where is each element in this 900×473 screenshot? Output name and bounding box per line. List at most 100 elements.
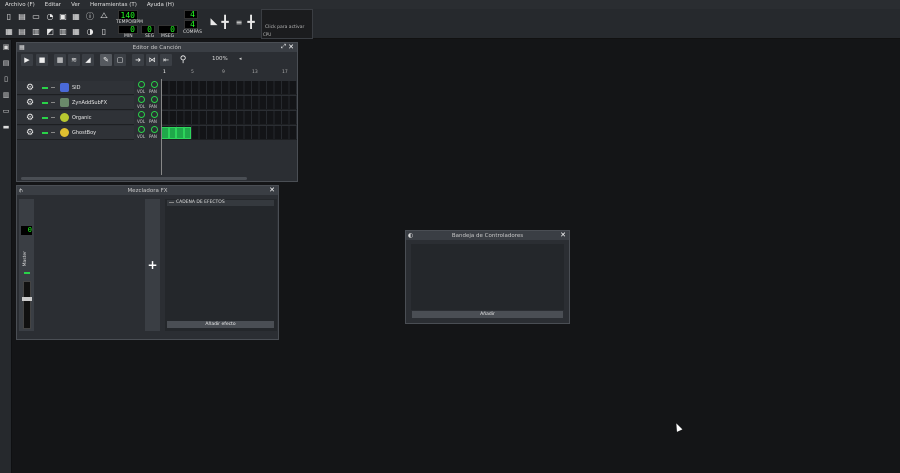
computer-icon[interactable]: ▬ <box>2 123 10 131</box>
add-channel-button[interactable]: + <box>145 199 160 331</box>
volume-knob[interactable] <box>138 96 145 103</box>
time-msec-lcd[interactable]: 0 <box>158 25 178 34</box>
tempo-lcd[interactable]: 140 <box>118 10 138 20</box>
panning-knob[interactable] <box>151 96 158 103</box>
recent-projects-icon[interactable]: ◔ <box>45 11 55 21</box>
effects-chain-enable-led[interactable] <box>169 202 174 203</box>
volume-knob[interactable] <box>138 126 145 133</box>
new-project-icon[interactable]: ▯ <box>4 11 14 21</box>
track-mute-led[interactable] <box>42 102 48 104</box>
track-solo-led[interactable] <box>51 132 55 133</box>
track-name[interactable]: ZynAddSubFX <box>72 100 107 106</box>
master-fader-track[interactable] <box>23 281 31 329</box>
volume-knob[interactable] <box>138 81 145 88</box>
time-sec-lcd[interactable]: 0 <box>141 25 155 34</box>
open-project-icon[interactable]: ▭ <box>31 11 41 21</box>
add-effect-button[interactable]: Añadir efecto <box>167 321 274 328</box>
automation-editor-icon[interactable]: ◩ <box>45 26 55 36</box>
draw-mode-icon[interactable]: ✎ <box>100 54 112 66</box>
pattern-clip[interactable] <box>161 127 169 139</box>
track-mute-led[interactable] <box>42 132 48 134</box>
piano-roll-icon[interactable]: ▥ <box>31 26 41 36</box>
track-solo-led[interactable] <box>51 102 55 103</box>
close-icon[interactable]: ✕ <box>560 231 566 239</box>
volume-knob[interactable] <box>138 111 145 118</box>
menu-view[interactable]: Ver <box>66 2 85 8</box>
pattern-clip[interactable] <box>176 127 184 139</box>
my-projects-icon[interactable]: ▣ <box>2 43 10 51</box>
track-settings-gear-icon[interactable]: ⚙ <box>26 128 34 138</box>
controller-rack-icon[interactable]: ▦ <box>71 26 81 36</box>
microtuner-icon[interactable]: ▯ <box>99 26 109 36</box>
my-samples-icon[interactable]: ▤ <box>2 59 10 67</box>
time-sig-denominator[interactable]: 4 <box>184 20 198 29</box>
track-settings-gear-icon[interactable]: ⚙ <box>26 98 34 108</box>
track-name[interactable]: Organic <box>72 115 91 121</box>
master-channel-label[interactable]: Master <box>23 251 28 266</box>
loop-points-icon[interactable]: ⋈ <box>146 54 158 66</box>
track-name[interactable]: GhostBoy <box>72 130 96 136</box>
beat-editor-icon[interactable]: ▤ <box>17 26 27 36</box>
song-editor-icon[interactable]: ▦ <box>4 26 14 36</box>
close-icon[interactable]: ✕ <box>269 186 275 194</box>
master-channel-strip[interactable]: 0 Master <box>19 199 34 331</box>
stop-behaviour-icon[interactable]: ⇤ <box>160 54 172 66</box>
panning-knob[interactable] <box>151 111 158 118</box>
track-solo-led[interactable] <box>51 117 55 118</box>
export-icon[interactable]: ▦ <box>71 11 81 21</box>
save-project-icon[interactable]: ▣ <box>58 11 68 21</box>
master-mute-led[interactable] <box>24 272 30 274</box>
root-directory-icon[interactable]: ▭ <box>2 107 10 115</box>
effects-chain-header[interactable]: CADENA DE EFECTOS <box>167 200 274 206</box>
cpu-load-widget[interactable]: Click para activar CPU <box>261 9 313 39</box>
menu-help[interactable]: Ayuda (H) <box>142 2 179 8</box>
track-mute-led[interactable] <box>42 117 48 119</box>
master-fader-handle[interactable] <box>22 297 32 301</box>
time-min-lcd[interactable]: 0 <box>118 25 138 34</box>
panning-knob[interactable] <box>151 81 158 88</box>
panning-knob[interactable] <box>151 126 158 133</box>
add-controller-button[interactable]: Añadir <box>412 311 563 318</box>
zoom-dropdown-arrow-icon[interactable]: ◂ <box>239 56 242 62</box>
whats-this-icon[interactable]: ⓘ <box>85 11 95 21</box>
fx-mixer-titlebar[interactable]: ⫛ Mezcladora FX ✕ <box>17 186 278 195</box>
pattern-clip[interactable] <box>184 127 191 139</box>
pattern-clip[interactable] <box>169 127 176 139</box>
close-icon[interactable]: ✕ <box>288 43 294 51</box>
fx-mixer-icon[interactable]: ▥ <box>58 26 68 36</box>
track-name[interactable]: SID <box>72 85 81 91</box>
song-editor-titlebar[interactable]: ▦ Editor de Canción ⤢ ✕ <box>17 43 297 52</box>
edit-mode-icon[interactable]: ▢ <box>114 54 126 66</box>
track-solo-led[interactable] <box>51 87 55 88</box>
track-settings-gear-icon[interactable]: ⚙ <box>26 83 34 93</box>
master-pitch-slider[interactable]: ╋ <box>246 13 256 31</box>
time-sig-numerator[interactable]: 4 <box>184 10 198 19</box>
my-home-icon[interactable]: ▥ <box>2 91 10 99</box>
menu-file[interactable]: Archivo (F) <box>0 2 40 8</box>
track-pattern-area[interactable] <box>161 111 297 125</box>
metronome-icon[interactable]: ⧍ <box>99 11 109 21</box>
auto-scroll-icon[interactable]: ➜ <box>132 54 144 66</box>
controller-rack-titlebar[interactable]: ◐ Bandeja de Controladores ✕ <box>406 231 569 240</box>
menu-tools[interactable]: Herramientas (T) <box>85 2 142 8</box>
track-pattern-area[interactable] <box>161 96 297 110</box>
project-notes-icon[interactable]: ◑ <box>85 26 95 36</box>
master-volume-icon[interactable]: ◣ <box>209 17 219 27</box>
play-icon[interactable]: ▶ <box>21 54 33 66</box>
song-editor-horizontal-scrollbar[interactable] <box>21 177 247 180</box>
track-settings-gear-icon[interactable]: ⚙ <box>26 113 34 123</box>
add-sample-track-icon[interactable]: ≋ <box>68 54 80 66</box>
my-presets-icon[interactable]: ▯ <box>2 75 10 83</box>
new-from-template-icon[interactable]: ▤ <box>17 11 27 21</box>
menu-edit[interactable]: Editar <box>40 2 66 8</box>
maximize-icon[interactable]: ⤢ <box>281 43 286 51</box>
master-volume-slider[interactable]: ╋ <box>220 13 230 31</box>
stop-icon[interactable]: ■ <box>36 54 48 66</box>
zoom-dropdown[interactable]: 100% <box>212 56 228 62</box>
timeline-ruler[interactable]: 1 5 9 13 17 <box>161 69 297 79</box>
track-pattern-area[interactable] <box>161 126 297 140</box>
track-mute-led[interactable] <box>42 87 48 89</box>
track-pattern-area[interactable] <box>161 81 297 95</box>
master-pitch-icon[interactable]: ≡ <box>234 17 244 27</box>
add-beat-track-icon[interactable]: ▦ <box>54 54 66 66</box>
